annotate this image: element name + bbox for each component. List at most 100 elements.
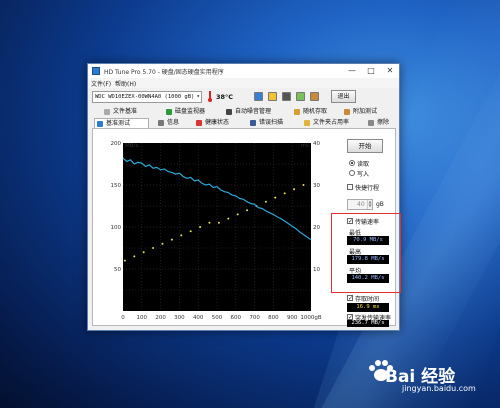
menu-bar: 文件(F) 帮助(H): [88, 78, 399, 88]
chevron-down-icon: ▾: [196, 93, 200, 100]
annotation-highlight-box: [331, 213, 401, 293]
close-button[interactable]: ✕: [381, 65, 399, 77]
window-title: HD Tune Pro 5.70 - 硬盘/固态硬盘实用程序: [104, 69, 224, 76]
bottom-tick-label: 600: [231, 315, 242, 321]
folder-icon: [304, 120, 310, 126]
tab-file-benchmark[interactable]: 文件基准: [102, 107, 137, 117]
benchmark-icon: [97, 121, 103, 127]
read-label: 读取: [357, 161, 370, 168]
benchmark-panel: 200 150 100 50 MB/s 40 30 20 10 ms 0 100 200 300 400 50…: [92, 128, 401, 327]
bottom-tick-label: 1000gB: [300, 315, 321, 321]
camera-icon[interactable]: [282, 92, 291, 101]
tab-label: 文件夹占用率: [313, 119, 350, 126]
tab-label: 信息: [167, 119, 180, 126]
bottom-tick-label: 700: [249, 315, 260, 321]
search-icon: [250, 120, 256, 126]
right-axis-unit: ms: [301, 143, 309, 149]
temperature-readout: 38°C: [216, 93, 234, 101]
read-radio[interactable]: [349, 160, 355, 166]
tab-label: 错误扫描: [259, 119, 284, 126]
access-time-point: [180, 234, 183, 237]
tab-random-access[interactable]: 随机存取: [292, 107, 327, 117]
tab-disk-monitor[interactable]: 磁盘监视器: [164, 107, 205, 117]
access-time-checkbox[interactable]: ✓: [347, 295, 353, 302]
quick-size-value: 40: [357, 201, 365, 208]
bottom-tick-label: 0: [121, 315, 125, 321]
tab-folder-usage[interactable]: 文件夹占用率: [302, 118, 349, 128]
access-time-point: [302, 184, 305, 186]
options-icon[interactable]: [296, 92, 305, 101]
burst-rate-readout: 236.7 MB/s: [347, 320, 389, 327]
tab-health[interactable]: 健康状态: [194, 118, 229, 128]
right-tick-label: 30: [313, 183, 320, 189]
drive-select[interactable]: WDC WD10EZEX-00WN4A0 (1000 gB) ▾: [92, 91, 202, 103]
speaker-icon: [226, 109, 232, 115]
tab-label: 健康状态: [205, 119, 230, 126]
bottom-tick-label: 900: [287, 315, 298, 321]
watermark-url: jingyan.baidu.com: [402, 384, 476, 393]
menu-help[interactable]: 帮助(H): [115, 79, 136, 88]
access-time-point: [123, 259, 126, 262]
left-tick-label: 50: [114, 267, 121, 273]
save-icon[interactable]: [310, 92, 319, 101]
tab-error-scan[interactable]: 错误扫描: [248, 118, 283, 128]
right-tick-label: 40: [313, 141, 320, 147]
left-tick-label: 150: [111, 183, 122, 189]
copy-info-icon[interactable]: [254, 92, 263, 101]
hdtune-window: HD Tune Pro 5.70 - 硬盘/固态硬盘实用程序 — □ ✕ 文件(…: [87, 63, 401, 331]
access-time-point: [170, 238, 173, 241]
quick-size-stepper[interactable]: 40 ▲ ▼: [347, 199, 373, 210]
tab-benchmark[interactable]: 基准测试: [94, 118, 149, 128]
bottom-tick-label: 400: [193, 315, 204, 321]
quick-test-checkbox[interactable]: [347, 184, 353, 190]
access-time-point: [246, 209, 249, 212]
access-time-point: [274, 196, 277, 199]
eraser-icon: [368, 120, 374, 126]
access-time-point: [199, 226, 202, 228]
copy-text-icon[interactable]: [268, 92, 277, 101]
random-access-icon: [294, 109, 300, 115]
right-tick-label: 10: [313, 267, 320, 273]
bottom-tick-label: 300: [174, 315, 185, 321]
access-time-label: 存取时间: [355, 296, 380, 303]
left-tick-label: 100: [111, 225, 122, 231]
bottom-tick-label: 100: [137, 315, 148, 321]
tab-label: 附加测试: [353, 108, 378, 115]
health-cross-icon: [196, 120, 202, 126]
write-radio[interactable]: [349, 170, 355, 176]
access-time-point: [283, 192, 286, 195]
access-time-point: [227, 217, 230, 220]
tab-label: 自动噪音管理: [235, 108, 272, 115]
tab-aam[interactable]: 自动噪音管理: [224, 107, 271, 117]
right-tick-label: 20: [313, 225, 320, 231]
access-time-point: [236, 213, 239, 216]
tab-label: 擦除: [377, 119, 390, 126]
minimize-button[interactable]: —: [343, 65, 361, 77]
exit-button[interactable]: 退出: [331, 90, 356, 103]
monitor-icon: [166, 109, 172, 115]
access-time-point: [264, 200, 267, 203]
tab-info[interactable]: 信息: [156, 118, 179, 128]
access-time-point: [217, 221, 220, 224]
access-time-readout: 16.9 ms: [347, 303, 389, 312]
quick-test-label: 快捷行程: [355, 185, 380, 192]
stepper-arrows-icon[interactable]: ▲ ▼: [367, 200, 372, 209]
quick-size-unit: gB: [376, 201, 384, 208]
tab-extra-tests[interactable]: 附加测试: [342, 107, 377, 117]
app-icon: [92, 67, 100, 75]
title-bar: HD Tune Pro 5.70 - 硬盘/固态硬盘实用程序 — □ ✕: [88, 64, 399, 78]
maximize-button[interactable]: □: [362, 65, 380, 77]
left-tick-label: 200: [111, 141, 122, 147]
access-time-point: [208, 221, 211, 224]
tab-label: 基准测试: [106, 120, 131, 127]
tab-erase[interactable]: 擦除: [366, 118, 389, 128]
bottom-tick-label: 500: [212, 315, 223, 321]
access-time-point: [142, 251, 145, 254]
start-button[interactable]: 开始: [347, 139, 383, 153]
benchmark-chart: 200 150 100 50 MB/s 40 30 20 10 ms 0 100 200 300 400 50…: [101, 137, 331, 325]
menu-file[interactable]: 文件(F): [91, 79, 111, 88]
benchmark-chart-svg: 200 150 100 50 MB/s 40 30 20 10 ms 0 100 200 300 400 50…: [111, 141, 322, 321]
access-time-point: [152, 247, 155, 249]
tab-label: 磁盘监视器: [175, 108, 206, 115]
tab-label: 随机存取: [303, 108, 328, 115]
